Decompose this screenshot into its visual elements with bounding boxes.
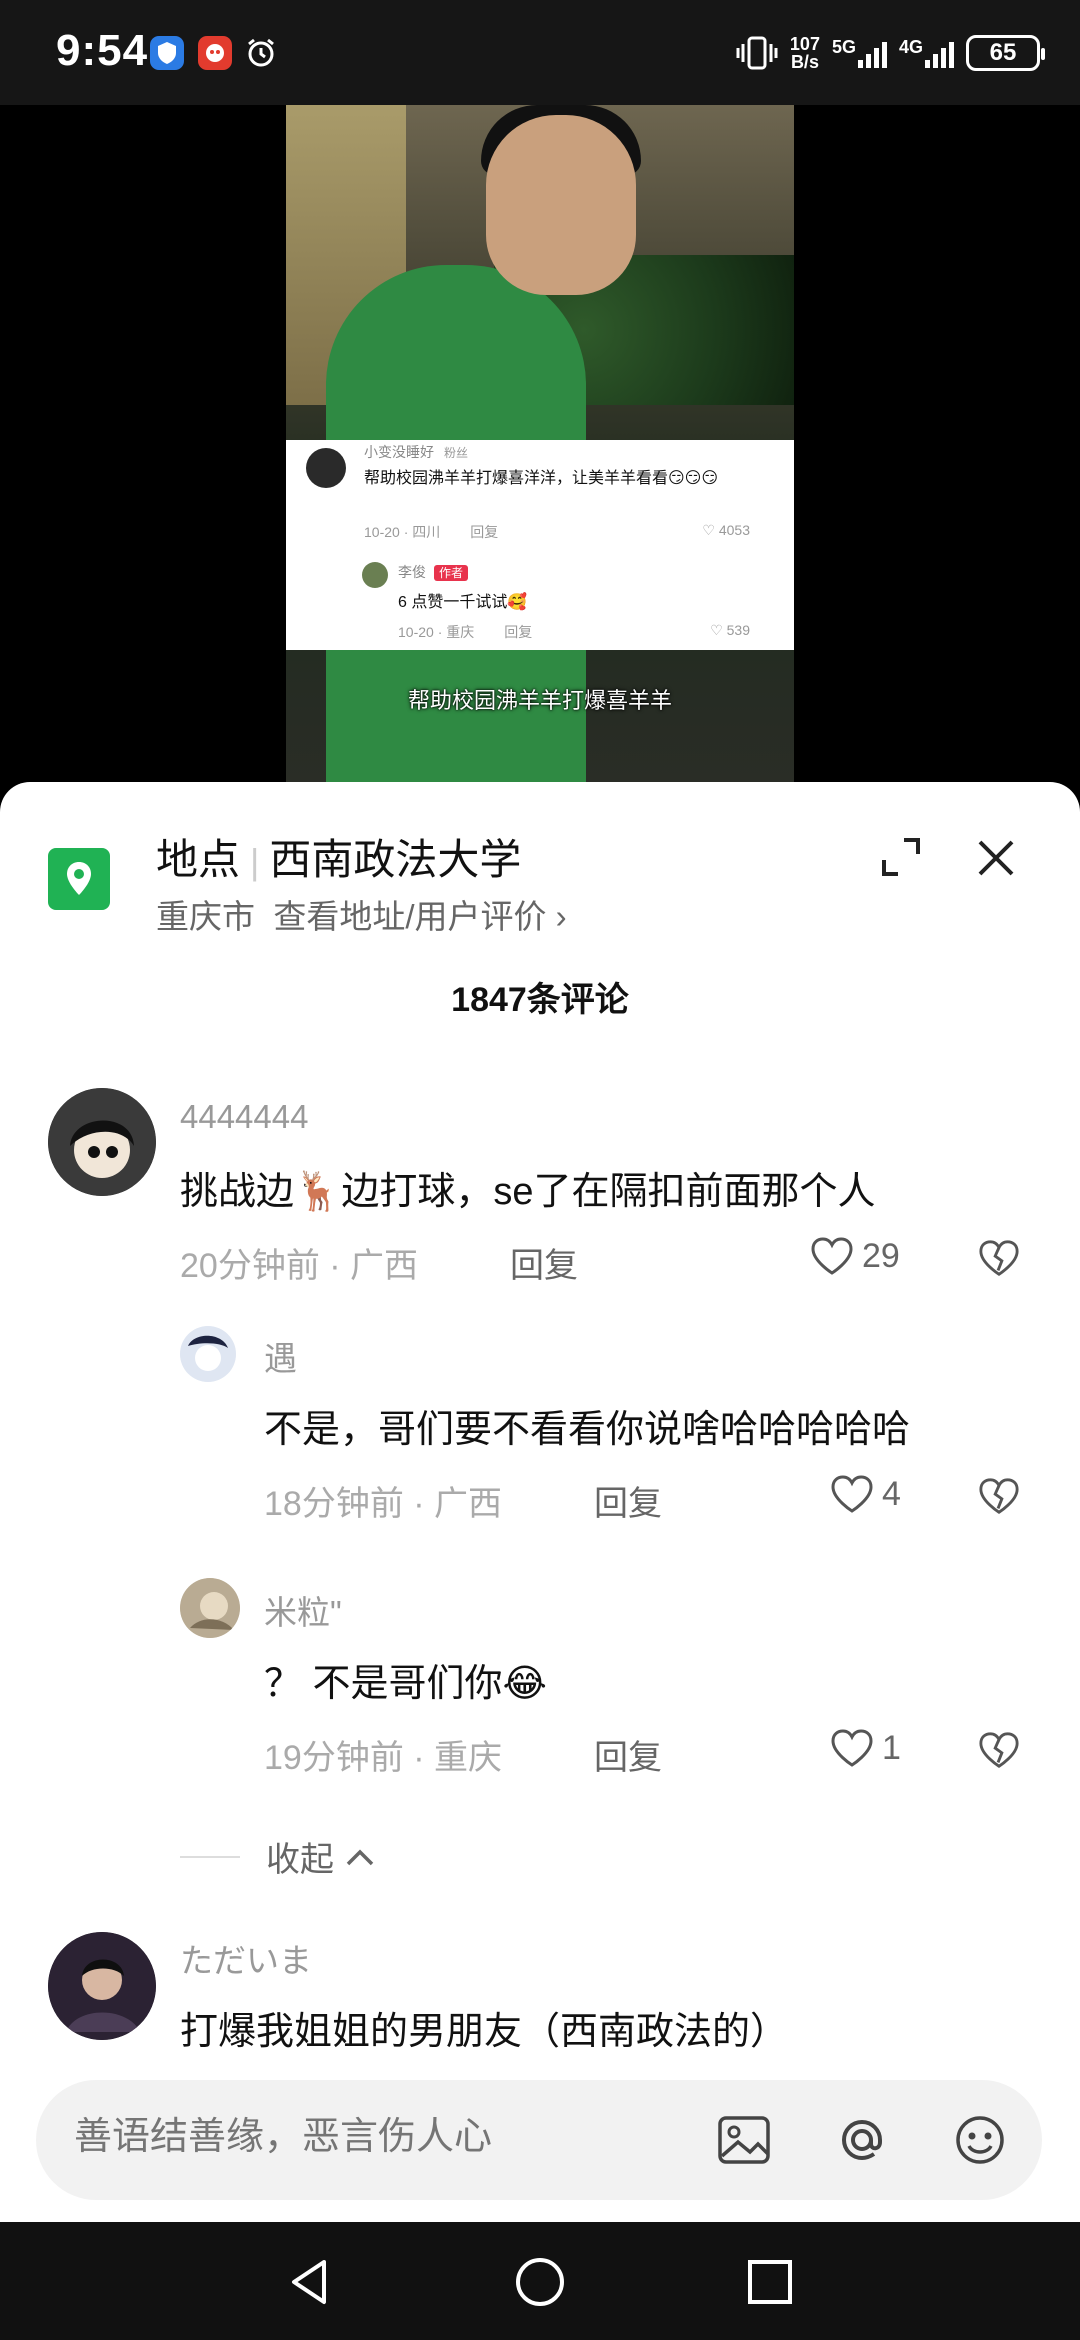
recents-square-icon <box>748 2260 792 2304</box>
image-picker-icon[interactable] <box>714 2110 774 2170</box>
signal-bars-icon <box>857 38 887 68</box>
recents-button[interactable] <box>740 2252 800 2312</box>
security-shield-icon <box>150 36 184 70</box>
comment-text: ？ 不是哥们你😂 <box>264 1663 547 1705</box>
comment-count: 1847条评论 <box>451 981 629 1019</box>
avatar[interactable] <box>180 1578 240 1638</box>
avatar[interactable] <box>180 1326 236 1382</box>
view-address-link[interactable]: 查看地址/用户评价 › <box>273 898 566 935</box>
location-title[interactable]: 地点 | 西南政法大学 <box>156 826 521 887</box>
avatar <box>306 448 346 488</box>
expand-icon <box>882 838 920 876</box>
heart-icon <box>811 1237 853 1275</box>
comment-username[interactable]: 遇 <box>264 1332 297 1380</box>
video-caption: 帮助校园沸羊羊打爆喜羊羊 <box>407 688 672 713</box>
signal-bars-icon <box>925 38 954 68</box>
back-button[interactable] <box>280 2252 340 2312</box>
comment-time: 18分钟前 · 广西 <box>264 1485 503 1523</box>
network-speed: 107 B/s <box>789 34 820 72</box>
home-circle-icon <box>516 2258 564 2306</box>
like-button[interactable]: 4 <box>830 1474 901 1514</box>
comments-panel: 地点 | 西南政法大学 重庆市 查看地址/用户评价 › 1847条评论 444444… <box>0 782 1080 2222</box>
heart-icon <box>831 1475 873 1513</box>
app-notification-icon <box>198 36 232 70</box>
comment-time: 19分钟前 · 重庆 <box>264 1739 503 1777</box>
navigation-bar <box>0 2222 1080 2340</box>
comment-input-bar[interactable] <box>36 2080 1042 2200</box>
battery-indicator: 65 <box>966 35 1045 71</box>
avatar[interactable] <box>48 1088 156 1196</box>
broken-heart-icon <box>979 1732 1019 1768</box>
comment-username[interactable]: 4444444 <box>180 1098 308 1136</box>
close-icon <box>978 840 1014 876</box>
reply-button[interactable]: 回复 <box>594 1476 662 1525</box>
chevron-up-icon <box>346 1849 374 1865</box>
status-bar: 9:54 107 B/s 5G 4G 65 <box>0 0 1080 105</box>
like-button[interactable]: 29 <box>810 1236 900 1276</box>
heart-icon <box>831 1729 873 1767</box>
dislike-button[interactable] <box>978 1476 1020 1516</box>
comment-username[interactable]: 米粒" <box>264 1586 342 1634</box>
avatar[interactable] <box>48 1932 156 2040</box>
comment-text: 打爆我姐姐的男朋友（西南政法的） <box>180 2011 789 2053</box>
signal-5g-label: 5G <box>831 37 856 57</box>
dislike-button[interactable] <box>978 1238 1020 1278</box>
reply-button[interactable]: 回复 <box>594 1730 662 1779</box>
video-area[interactable]: 小变没睡好 粉丝 帮助校园沸羊羊打爆喜洋洋，让美羊羊看看😏😏😏 10-20 · 四… <box>0 105 1080 785</box>
home-button[interactable] <box>510 2252 570 2312</box>
collapse-replies-button[interactable]: 收起 <box>180 1832 378 1881</box>
reply-button[interactable]: 回复 <box>510 1238 578 1287</box>
mention-icon[interactable] <box>832 2110 892 2170</box>
emoji-icon[interactable] <box>950 2110 1010 2170</box>
comment-text: 不是，哥们要不看看你说啥哈哈哈哈哈 <box>264 1409 911 1451</box>
close-button[interactable] <box>968 830 1024 886</box>
signal-4g-label: 4G <box>898 37 923 57</box>
back-triangle-icon <box>292 2260 326 2304</box>
broken-heart-icon <box>979 1478 1019 1514</box>
location-pin-icon <box>48 848 110 910</box>
like-button[interactable]: 1 <box>830 1728 901 1768</box>
comment-username[interactable]: ただいま <box>180 1934 312 1982</box>
status-time: 9:54 <box>56 26 149 75</box>
video-player[interactable]: 小变没睡好 粉丝 帮助校园沸羊羊打爆喜洋洋，让美羊羊看看😏😏😏 10-20 · 四… <box>286 105 794 785</box>
vibrate-icon <box>736 36 778 70</box>
alarm-clock-icon <box>244 36 278 70</box>
location-subtitle[interactable]: 重庆市 查看地址/用户评价 › <box>156 890 567 938</box>
comment-input[interactable] <box>74 2116 674 2159</box>
expand-button[interactable] <box>876 832 926 882</box>
broken-heart-icon <box>979 1240 1019 1276</box>
dislike-button[interactable] <box>978 1730 1020 1770</box>
comment-text: 挑战边🦌边打球，se了在隔扣前面那个人 <box>180 1171 876 1213</box>
video-comment-card: 小变没睡好 粉丝 帮助校园沸羊羊打爆喜洋洋，让美羊羊看看😏😏😏 10-20 · 四… <box>286 440 794 650</box>
comment-time: 20分钟前 · 广西 <box>180 1247 419 1285</box>
avatar <box>362 562 388 588</box>
